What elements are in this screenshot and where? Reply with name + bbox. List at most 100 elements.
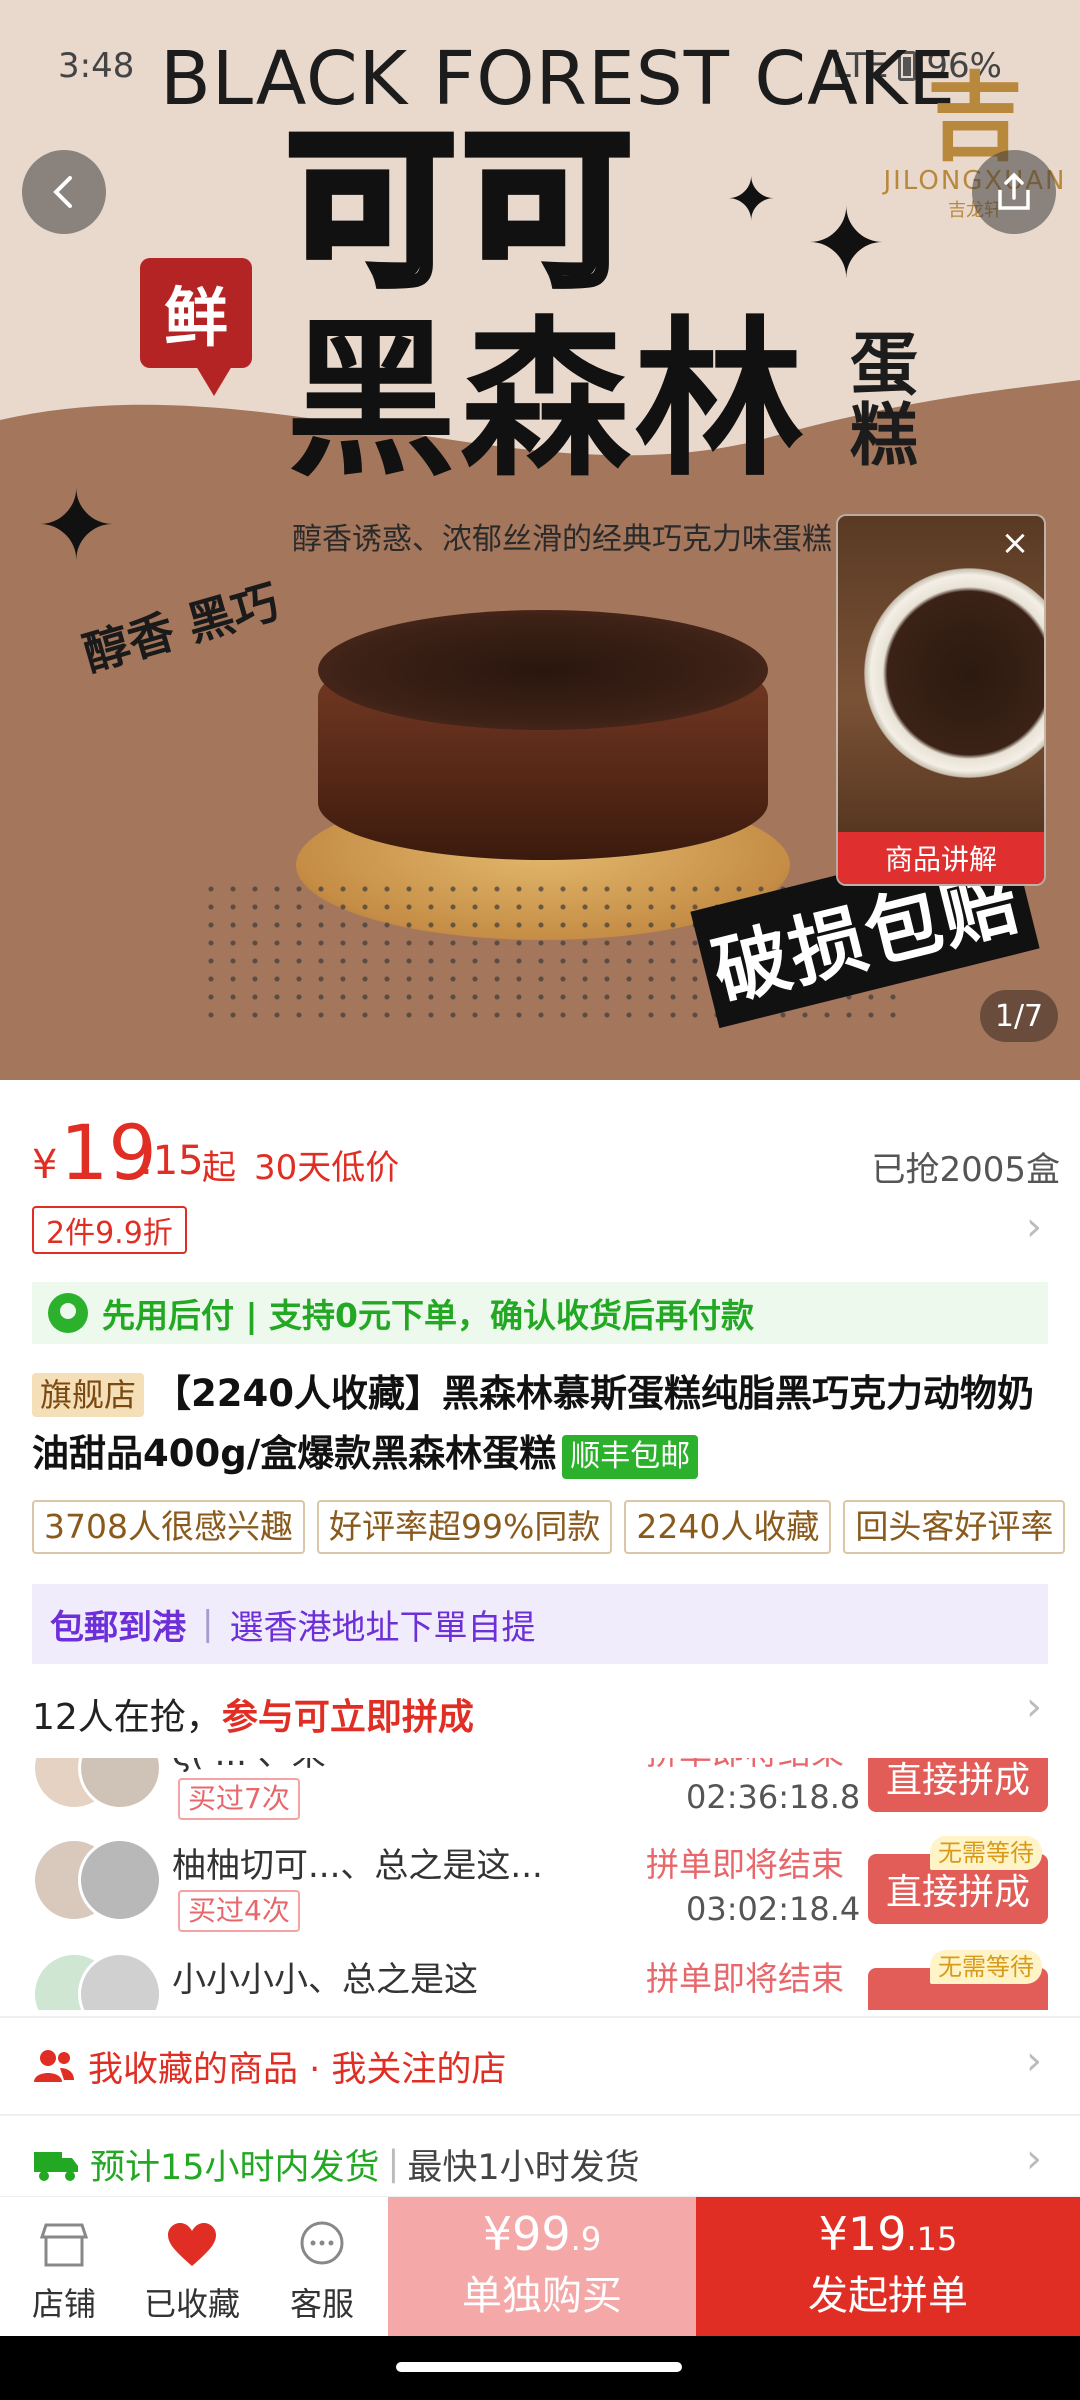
hero-title-en: BLACK FOREST CAKE <box>160 36 956 122</box>
group-countdown: 03:02:18.4 <box>686 1890 861 1928</box>
price-decimal: .15 <box>140 1138 204 1184</box>
group-user-name: ζ( ... 、来 <box>172 1758 326 1775</box>
group-user-name: 小小小小、总之是这 <box>172 1960 478 2000</box>
purchase-count-badge: 买过4次 <box>178 1890 300 1932</box>
tab-service-label: 客服 <box>289 2285 354 2323</box>
sparkle-icon: ✦ <box>806 188 887 300</box>
chevron-right-icon[interactable]: › <box>1026 2136 1042 2182</box>
estimated-shipping: 预计15小时内发货 <box>90 2147 380 2188</box>
product-title-text: 【2240人收藏】黑森林慕斯蛋糕纯脂黑巧克力动物奶油甜品400g/盒爆款黑森林蛋… <box>32 1372 1034 1475</box>
pay-later-text: 先用后付 | 支持0元下单，确认收货后再付款 <box>102 1296 754 1335</box>
group-buy-list: ζ( ... 、来 买过7次 拼单即将结束 02:36:18.8 直接拼成 柚柚… <box>0 1758 1080 2010</box>
group-row: 小小小小、总之是这 拼单即将结束 无需等待 <box>0 1938 1080 2010</box>
avatar-group <box>32 1838 162 1922</box>
tab-favorited-label: 已收藏 <box>143 2285 240 2323</box>
buy-alone-button[interactable]: ¥99.9 单独购买 <box>388 2197 696 2337</box>
chevron-left-icon <box>53 176 72 208</box>
sparkle-icon: ✦ <box>36 470 117 582</box>
video-thumbnail <box>864 568 1044 778</box>
low-price-label: 30天低价 <box>254 1148 400 1188</box>
hero-title-cake-vertical: 蛋糕 <box>850 326 919 477</box>
sf-free-shipping-badge: 顺丰包邮 <box>562 1435 699 1479</box>
group-label: 发起拼单 <box>808 2273 968 2319</box>
tab-service[interactable]: 客服 <box>262 2217 382 2325</box>
price-row: ¥ 19 .15 起 30天低价 已抢2005盒 <box>32 1108 1062 1197</box>
favorites-row[interactable]: 我收藏的商品 · 我关注的店 <box>32 2036 1062 2096</box>
bottom-action-bar: 店铺 已收藏 客服 ¥99.9 单独购买 ¥19.15 发起拼单 <box>0 2196 1080 2337</box>
flagship-store-badge: 旗舰店 <box>32 1373 145 1417</box>
price-currency: ¥ <box>32 1142 58 1188</box>
group-price: ¥19.15 <box>818 2207 958 2261</box>
group-join-hint: 参与可立即拼成 <box>221 1697 474 1738</box>
chat-icon <box>262 2217 382 2273</box>
sparkle-icon: ✦ <box>726 165 777 235</box>
group-ending-label: 拼单即将结束 <box>646 1758 844 1774</box>
product-title: 旗舰店 【2240人收藏】黑森林慕斯蛋糕纯脂黑巧克力动物奶油甜品400g/盒爆款黑… <box>32 1364 1062 1484</box>
divider <box>0 2114 1080 2116</box>
hk-pickup-text: 選香港地址下單自提 <box>229 1607 536 1648</box>
group-row: 柚柚切可...、总之是这... 买过4次 拼单即将结束 03:02:18.4 直… <box>0 1824 1080 1944</box>
avatar <box>78 1838 162 1922</box>
tab-shop[interactable]: 店铺 <box>4 2217 124 2325</box>
shipping-separator: | <box>387 2144 400 2184</box>
chevron-right-icon[interactable]: › <box>1026 1204 1042 1250</box>
sold-count: 已抢2005盒 <box>871 1150 1060 1190</box>
group-countdown: 02:36:18.8 <box>686 1778 861 1816</box>
heart-icon <box>132 2217 252 2273</box>
product-tags: 3708人很感兴趣 好评率超99%同款 2240人收藏 回头客好评率 <box>32 1500 1080 1554</box>
price-from-label: 起 <box>202 1148 236 1188</box>
tag-chip: 2240人收藏 <box>624 1500 832 1554</box>
purchase-count-badge: 买过7次 <box>178 1778 300 1820</box>
hong-kong-shipping-banner[interactable]: 包郵到港 | 選香港地址下單自提 <box>32 1584 1048 1664</box>
tab-shop-label: 店铺 <box>31 2285 96 2323</box>
fastest-shipping: 最快1小时发货 <box>407 2147 640 2188</box>
hk-separator: | <box>202 1604 214 1644</box>
fresh-badge: 鲜 <box>140 258 252 396</box>
cake-top <box>318 610 768 730</box>
product-explain-video[interactable]: × 商品讲解 <box>836 514 1046 886</box>
shop-icon <box>4 2217 124 2273</box>
home-gesture-handle[interactable] <box>396 2362 682 2372</box>
image-page-indicator: 1/7 <box>980 990 1058 1042</box>
share-button[interactable] <box>972 150 1056 234</box>
no-wait-badge: 无需等待 <box>930 1950 1042 1984</box>
join-group-button[interactable]: 直接拼成 <box>868 1758 1048 1812</box>
start-group-button[interactable]: ¥19.15 发起拼单 <box>696 2197 1080 2337</box>
hero-subtitle: 醇香诱惑、浓郁丝滑的经典巧克力味蛋糕 <box>292 522 832 557</box>
pay-later-icon <box>48 1293 88 1333</box>
divider <box>0 2016 1080 2018</box>
avatar-group <box>32 1952 162 2010</box>
back-button[interactable] <box>22 150 106 234</box>
tag-chip: 3708人很感兴趣 <box>32 1500 305 1554</box>
avatar-group <box>32 1758 162 1810</box>
hero-title-black-forest: 黑森林 <box>286 302 809 500</box>
hero-title-cocoa: 可可 <box>282 112 639 310</box>
tag-chip: 好评率超99%同款 <box>316 1500 613 1554</box>
truck-icon <box>34 2152 78 2181</box>
tab-favorited[interactable]: 已收藏 <box>132 2217 252 2325</box>
brand-mark-icon: 吉 <box>927 62 1023 174</box>
group-buy-header[interactable]: 12人在抢，参与可立即拼成 <box>32 1688 1062 1748</box>
users-icon <box>34 2050 74 2082</box>
group-ending-label: 拼单即将结束 <box>646 1845 844 1884</box>
close-icon[interactable]: × <box>998 526 1032 560</box>
video-label: 商品讲解 <box>838 832 1044 884</box>
share-icon <box>998 172 1030 210</box>
product-image-carousel[interactable]: 3:48 LTE 96% BLACK FOREST CAKE 鲜 可可 黑森林 … <box>0 0 1080 1080</box>
solo-label: 单独购买 <box>462 2273 622 2319</box>
system-nav-bar <box>0 2336 1080 2400</box>
tag-chip: 回头客好评率 <box>843 1500 1066 1554</box>
group-ending-label: 拼单即将结束 <box>646 1959 844 1998</box>
no-wait-badge: 无需等待 <box>930 1836 1042 1870</box>
status-time: 3:48 <box>58 46 135 86</box>
pay-later-banner[interactable]: 先用后付 | 支持0元下单，确认收货后再付款 <box>32 1282 1048 1344</box>
group-count-text: 12人在抢， <box>32 1697 222 1738</box>
hk-free-shipping-label: 包郵到港 <box>50 1607 186 1648</box>
favorites-text: 我收藏的商品 · 我关注的店 <box>88 2049 507 2090</box>
group-row: ζ( ... 、来 买过7次 拼单即将结束 02:36:18.8 直接拼成 <box>0 1758 1080 1832</box>
shipping-row[interactable]: 预计15小时内发货 | 最快1小时发货 <box>32 2134 1062 2194</box>
chevron-right-icon[interactable]: › <box>1026 1684 1042 1730</box>
discount-tag[interactable]: 2件9.9折 <box>32 1206 187 1254</box>
solo-price: ¥99.9 <box>482 2207 602 2261</box>
chevron-right-icon[interactable]: › <box>1026 2038 1042 2084</box>
